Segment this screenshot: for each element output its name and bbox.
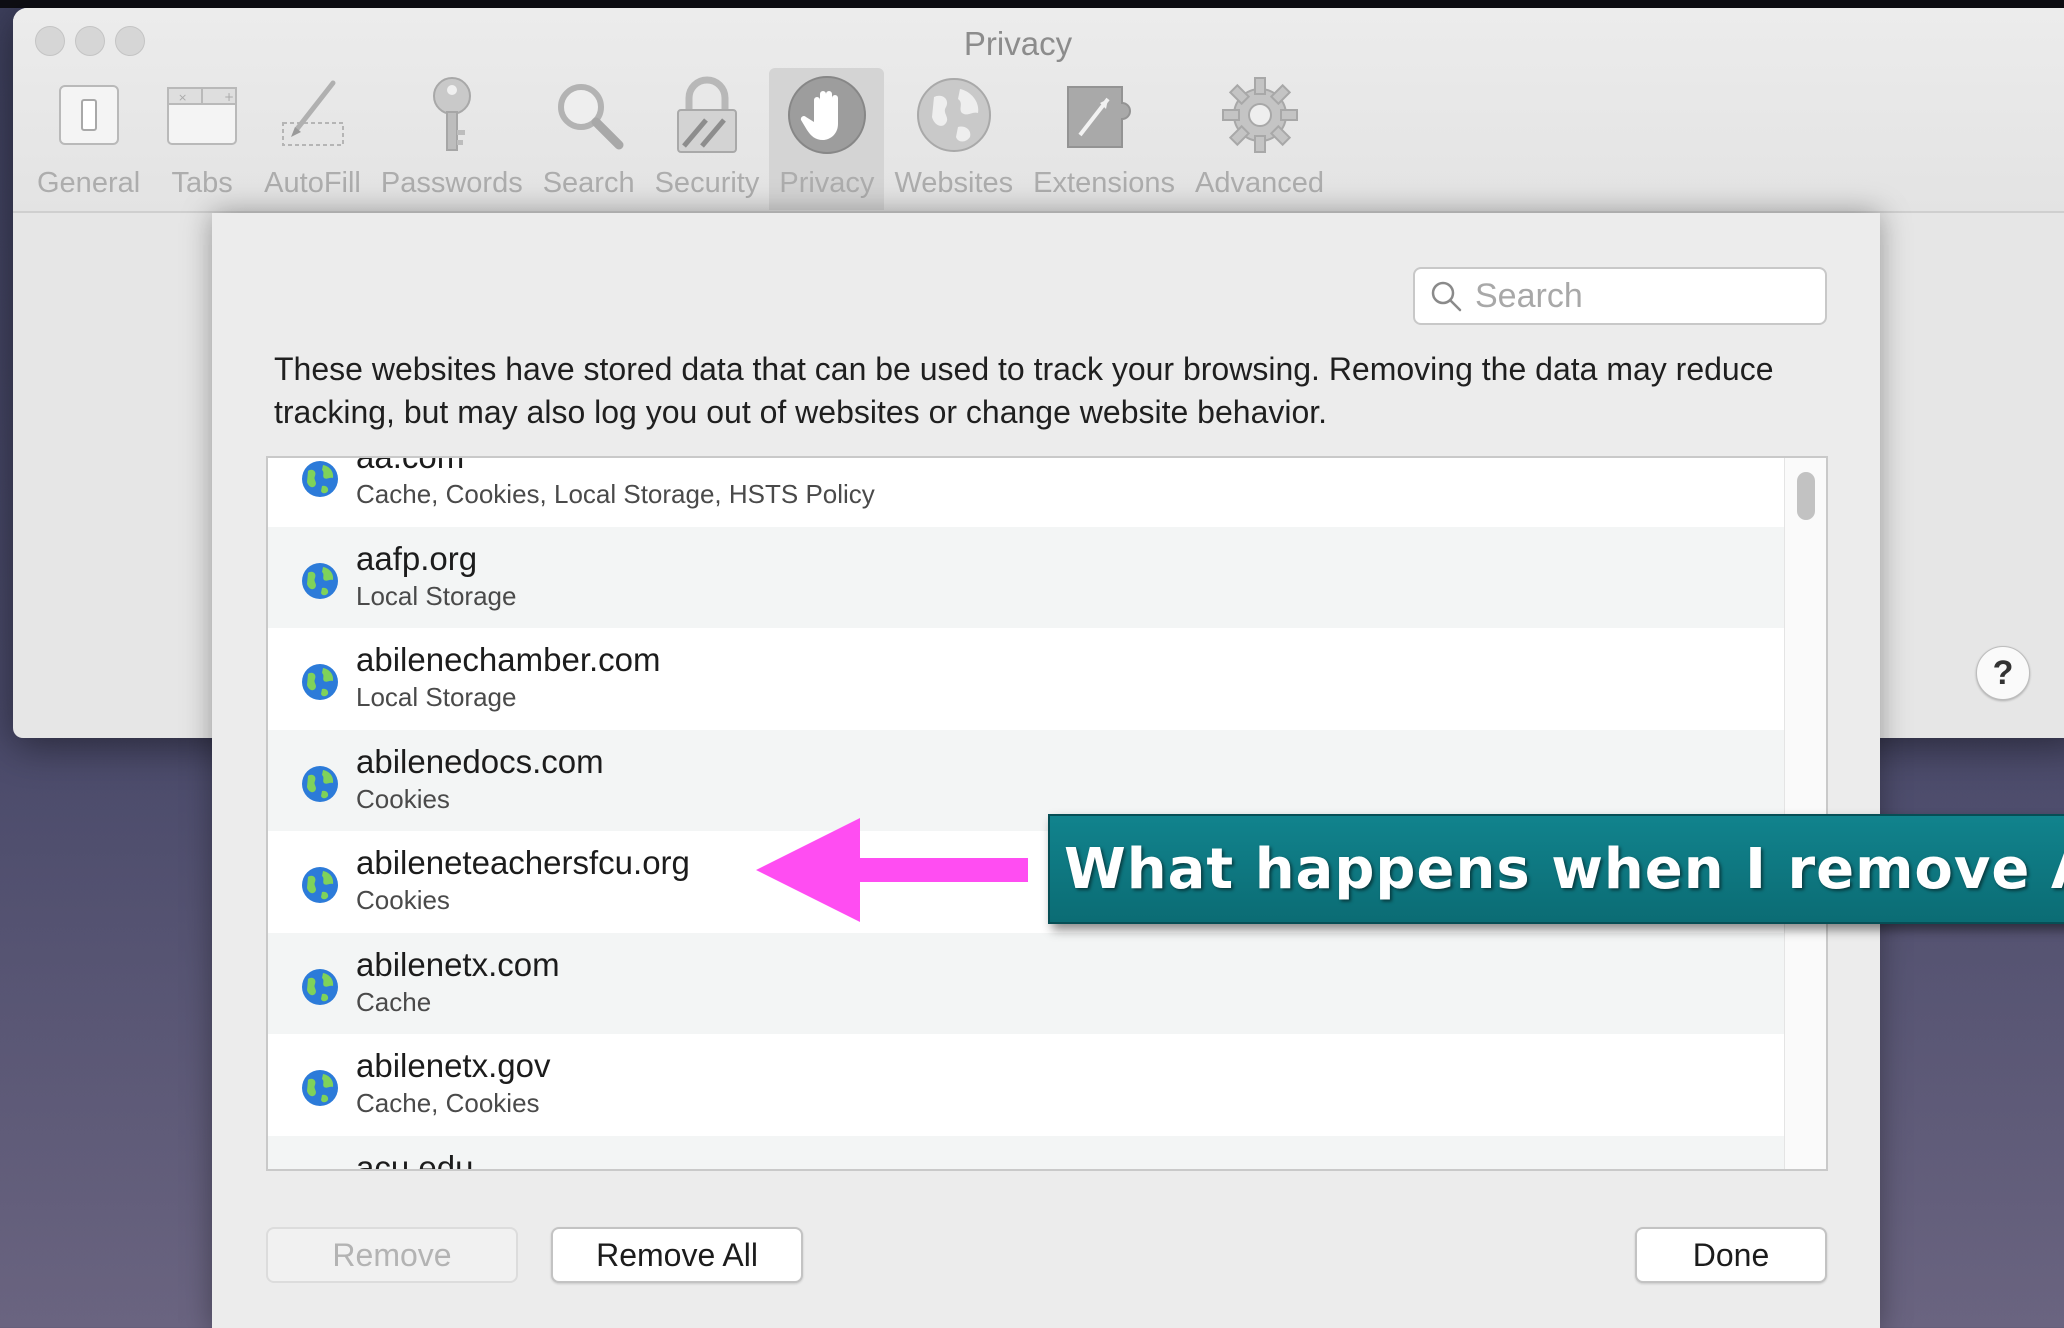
website-globe-icon <box>302 1070 338 1106</box>
search-input[interactable] <box>1475 276 1815 316</box>
website-globe-icon <box>302 461 338 497</box>
tab-websites[interactable]: Websites <box>884 68 1023 210</box>
tabs-icon: × + <box>160 73 244 157</box>
remove-button[interactable]: Remove <box>266 1227 518 1283</box>
remove-all-button[interactable]: Remove All <box>551 1227 803 1283</box>
website-domain: abileneteachersfcu.org <box>356 844 690 881</box>
website-data-types: Local Storage <box>356 580 517 611</box>
sheet-description: These websites have stored data that can… <box>274 351 1774 430</box>
general-icon <box>47 73 131 157</box>
callout-banner: What happens when I remove All <box>1048 814 2064 924</box>
preferences-toolbar: General × + Tabs AutoFill Passwords Sear… <box>27 68 1334 213</box>
lock-icon <box>665 73 749 157</box>
website-globe-icon <box>302 562 338 599</box>
website-domain: acu.edu <box>356 1148 474 1171</box>
tab-security[interactable]: Security <box>645 68 770 210</box>
done-button[interactable]: Done <box>1635 1227 1827 1283</box>
svg-text:×: × <box>178 91 187 104</box>
globe-icon <box>912 73 996 157</box>
desktop-top-edge <box>0 0 2064 8</box>
list-item[interactable]: aa.com Cache, Cookies, Local Storage, HS… <box>268 456 1784 527</box>
window-title: Privacy <box>963 25 1073 62</box>
tab-advanced[interactable]: Advanced <box>1185 68 1334 210</box>
tab-autofill[interactable]: AutoFill <box>254 68 371 210</box>
tab-search[interactable]: Search <box>533 68 645 210</box>
puzzle-icon <box>1062 73 1146 157</box>
list-item[interactable]: abilenechamber.com Local Storage <box>268 628 1784 730</box>
tab-tabs[interactable]: × + Tabs <box>150 68 254 210</box>
list-item[interactable]: abilenetx.com Cache <box>268 932 1784 1034</box>
autofill-icon <box>271 73 355 157</box>
tab-privacy[interactable]: Privacy <box>769 68 885 210</box>
website-domain: abilenechamber.com <box>356 641 661 678</box>
callout-text: What happens when I remove All <box>1064 836 2064 902</box>
website-domain: abilenedocs.com <box>356 742 604 780</box>
website-domain: aa.com <box>356 456 465 475</box>
website-data-types: Cache, Cookies, Local Storage, HSTS Poli… <box>356 479 875 509</box>
list-item[interactable]: acu.edu <box>268 1135 1784 1172</box>
key-icon <box>410 73 494 157</box>
website-globe-icon <box>302 867 338 903</box>
website-domain: aafp.org <box>356 539 478 577</box>
help-button[interactable]: ? <box>1976 646 2030 700</box>
website-data-types: Cache, Cookies <box>356 1088 540 1118</box>
website-globe-icon <box>302 765 338 802</box>
website-data-types: Cache <box>356 986 432 1017</box>
website-domain: abilenetx.gov <box>356 1047 551 1084</box>
website-data-types: Local Storage <box>356 682 517 712</box>
svg-text:+: + <box>224 90 234 104</box>
tab-extensions[interactable]: Extensions <box>1023 68 1185 210</box>
tab-general[interactable]: General <box>27 68 150 210</box>
website-globe-icon <box>302 664 338 700</box>
website-globe-icon <box>300 1170 340 1172</box>
gear-icon <box>1218 73 1302 157</box>
title-bar: Privacy General × + Tabs AutoFill Passwo… <box>13 8 2064 213</box>
list-item[interactable]: abilenetx.gov Cache, Cookies <box>268 1034 1784 1136</box>
list-item[interactable]: aafp.org Local Storage <box>268 526 1784 628</box>
website-globe-icon <box>302 968 338 1005</box>
website-data-sheet: These websites have stored data that can… <box>212 213 1880 1328</box>
website-domain: abilenetx.com <box>356 945 560 983</box>
website-data-types: Cookies <box>356 885 450 915</box>
scroll-thumb[interactable] <box>1797 472 1815 520</box>
tab-passwords[interactable]: Passwords <box>371 68 533 210</box>
search-field[interactable] <box>1413 267 1827 325</box>
magnifier-icon <box>547 73 631 157</box>
website-data-types: Cookies <box>356 783 450 814</box>
search-icon <box>1431 281 1462 312</box>
hand-icon <box>785 73 869 157</box>
pointer-arrow <box>756 818 1028 922</box>
